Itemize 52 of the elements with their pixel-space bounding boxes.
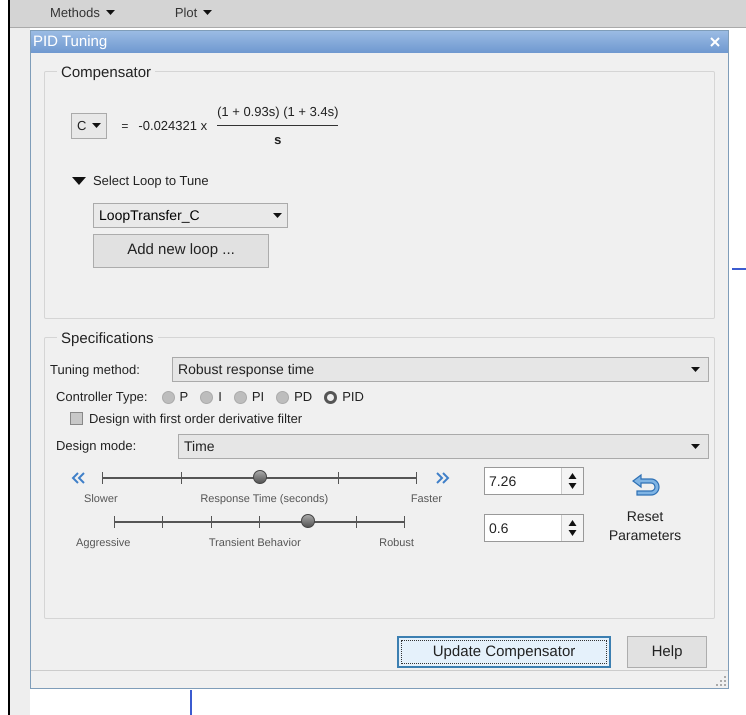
radio-option[interactable]: PID [324, 387, 364, 407]
spin-arrows-icon[interactable] [561, 514, 583, 540]
numerator: (1 + 0.93s) (1 + 3.4s) [217, 102, 338, 126]
dialog-button[interactable]: Update Compensator [397, 636, 611, 668]
fast-forward-icon[interactable] [435, 472, 451, 484]
gain-value: -0.024321 x [138, 116, 208, 135]
reset-button[interactable]: Reset Parameters [604, 506, 686, 544]
spinner-field[interactable]: 7.26 [484, 466, 584, 494]
checkbox-option[interactable]: Design with first order derivative filter [70, 409, 302, 428]
caret-icon [691, 367, 700, 372]
caret-icon [273, 212, 282, 218]
plot-line [732, 268, 746, 270]
slider-thumb[interactable] [301, 514, 316, 528]
resize-grip-icon[interactable] [716, 676, 726, 686]
slider-track[interactable] [114, 516, 405, 528]
spin-arrows-icon[interactable] [561, 468, 583, 494]
slider-thumb[interactable] [252, 470, 266, 484]
design-mode-dropdown[interactable]: Time [178, 434, 709, 458]
compensator-dropdown[interactable]: C [71, 112, 108, 138]
section-label: Select Loop to Tune [93, 172, 209, 190]
caret-icon [92, 123, 102, 128]
slider-label: Slower [84, 492, 118, 506]
denominator: s [274, 130, 282, 148]
slider-label: Faster [410, 492, 442, 506]
menu-button[interactable]: Plot [174, 6, 212, 19]
radio-option[interactable]: P [162, 387, 188, 407]
caret-icon [106, 10, 115, 15]
field-label: Design mode: [55, 437, 138, 456]
slider-label: Aggressive [76, 536, 130, 551]
close-icon[interactable] [710, 37, 720, 47]
field-label: Tuning method: [50, 360, 141, 379]
radio-option[interactable]: PD [276, 387, 312, 407]
equals-sign: = [121, 118, 128, 134]
add-loop-button[interactable]: Add new loop ... [93, 234, 269, 268]
menu-button[interactable]: Methods [50, 6, 115, 19]
fast-rewind-icon[interactable] [70, 472, 86, 484]
radio-option[interactable]: I [200, 387, 222, 407]
loop-dropdown[interactable]: LoopTransfer_C [93, 202, 288, 228]
window-title: PID Tuning [33, 32, 108, 52]
slider-label: Transient Behavior [208, 536, 301, 551]
caret-icon [203, 10, 212, 15]
field-label: Controller Type: [56, 388, 148, 406]
slider-label: Response Time (seconds) [200, 492, 328, 506]
spinner-field[interactable]: 0.6 [484, 514, 584, 542]
slider-track[interactable] [102, 472, 417, 484]
radio-option[interactable]: PI [234, 387, 264, 407]
tuning-method-dropdown[interactable]: Robust response time [172, 357, 709, 382]
plot-line [190, 690, 192, 715]
slider-label: Robust [379, 536, 414, 551]
caret-icon [691, 444, 700, 448]
expanded-arrow-icon[interactable] [71, 176, 87, 186]
dialog-button[interactable]: Help [627, 636, 707, 668]
